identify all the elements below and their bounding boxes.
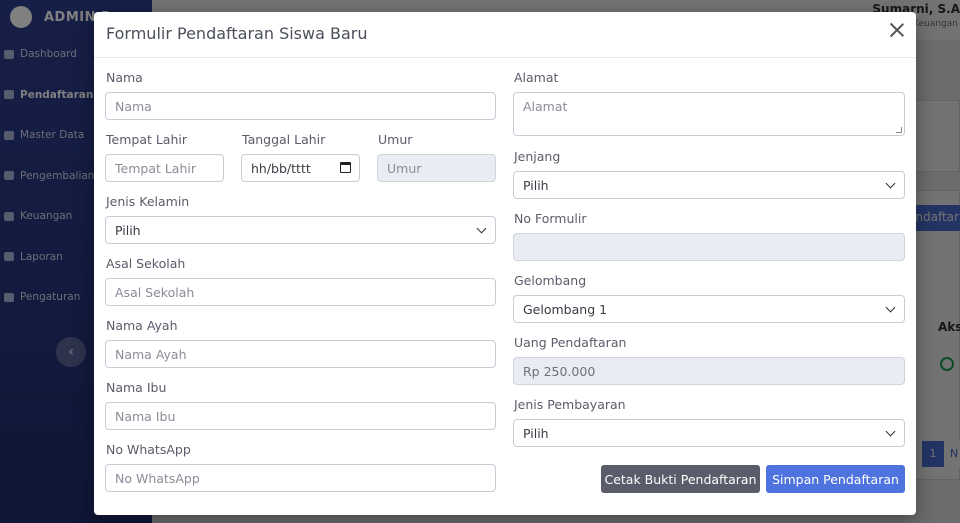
chevron-down-icon [476, 223, 487, 234]
label-tanggal-lahir: Tanggal Lahir [242, 132, 326, 147]
sidebar-item-label: Pengembalian [20, 169, 95, 182]
chevron-down-icon [885, 178, 896, 189]
tanggal-lahir-input[interactable]: hh/bb/tttt [241, 154, 360, 182]
label-no-whatsapp: No WhatsApp [106, 442, 191, 457]
label-jenjang: Jenjang [514, 149, 561, 164]
modal-title: Formulir Pendaftaran Siswa Baru [106, 24, 368, 43]
calendar-icon[interactable] [340, 162, 351, 173]
uang-pendaftaran-input: Rp 250.000 [513, 357, 905, 385]
label-nama-ibu: Nama Ibu [106, 380, 167, 395]
registration-modal: Formulir Pendaftaran Siswa Baru Nama Nam… [94, 12, 916, 515]
gelombang-select[interactable]: Gelombang 1 [513, 295, 905, 323]
no-formulir-input [513, 233, 905, 261]
label-alamat: Alamat [514, 70, 559, 85]
undo-icon [4, 171, 14, 181]
select-value: Pilih [115, 223, 141, 238]
date-placeholder: hh/bb/tttt [251, 161, 311, 176]
sidebar-item-label: Laporan [20, 250, 63, 263]
sidebar-toggle-button[interactable]: ‹ [56, 337, 86, 367]
pagination-next[interactable]: N [946, 441, 960, 467]
label-gelombang: Gelombang [514, 273, 587, 288]
close-icon[interactable] [888, 21, 906, 39]
label-nama-ayah: Nama Ayah [106, 318, 178, 333]
gear-icon [4, 292, 14, 302]
tempat-lahir-input[interactable]: Tempat Lahir [105, 154, 224, 182]
umur-input: Umur [377, 154, 496, 182]
alamat-textarea[interactable]: Alamat [513, 92, 905, 136]
database-icon [4, 130, 14, 140]
asal-sekolah-input[interactable]: Asal Sekolah [105, 278, 496, 306]
sidebar-item-label: Keuangan [20, 210, 73, 223]
no-whatsapp-input[interactable]: No WhatsApp [105, 464, 496, 492]
label-jenis-kelamin: Jenis Kelamin [106, 194, 190, 209]
label-uang-pendaftaran: Uang Pendaftaran [514, 335, 627, 350]
jenis-pembayaran-select[interactable]: Pilih [513, 419, 905, 447]
select-value: Pilih [523, 426, 549, 441]
money-icon [4, 211, 14, 221]
user-role: Keuangan [913, 19, 958, 29]
nama-ayah-input[interactable]: Nama Ayah [105, 340, 496, 368]
select-value: Pilih [523, 178, 549, 193]
label-umur: Umur [378, 132, 413, 147]
select-value: Gelombang 1 [523, 302, 608, 317]
sidebar-item-label: Master Data [20, 129, 85, 142]
textarea-placeholder: Alamat [523, 99, 568, 114]
chevron-down-icon [885, 426, 896, 437]
whatsapp-icon[interactable] [940, 357, 954, 371]
nama-ibu-input[interactable]: Nama Ibu [105, 402, 496, 430]
resize-handle-icon[interactable] [896, 127, 902, 133]
dashboard-icon [4, 49, 14, 59]
table-header-actions: Aks [938, 320, 960, 334]
sidebar-item-label: Pengaturan [20, 291, 81, 304]
save-registration-button[interactable]: Simpan Pendaftaran [766, 465, 905, 493]
label-no-formulir: No Formulir [514, 211, 587, 226]
logo-icon [10, 6, 32, 28]
modal-header: Formulir Pendaftaran Siswa Baru [94, 12, 916, 58]
label-jenis-pembayaran: Jenis Pembayaran [514, 397, 626, 412]
jenjang-select[interactable]: Pilih [513, 171, 905, 199]
label-tempat-lahir: Tempat Lahir [106, 132, 188, 147]
jenis-kelamin-select[interactable]: Pilih [105, 216, 496, 244]
print-receipt-button[interactable]: Cetak Bukti Pendaftaran [601, 465, 760, 493]
chevron-down-icon [885, 302, 896, 313]
label-asal-sekolah: Asal Sekolah [106, 256, 186, 271]
label-nama: Nama [106, 70, 143, 85]
pagination-current[interactable]: 1 [922, 441, 944, 467]
file-icon [4, 252, 14, 262]
user-plus-icon [4, 90, 14, 100]
nama-input[interactable]: Nama [105, 92, 496, 120]
sidebar-item-label: Dashboard [20, 48, 77, 61]
sidebar-item-label: Pendaftaran [20, 88, 94, 101]
